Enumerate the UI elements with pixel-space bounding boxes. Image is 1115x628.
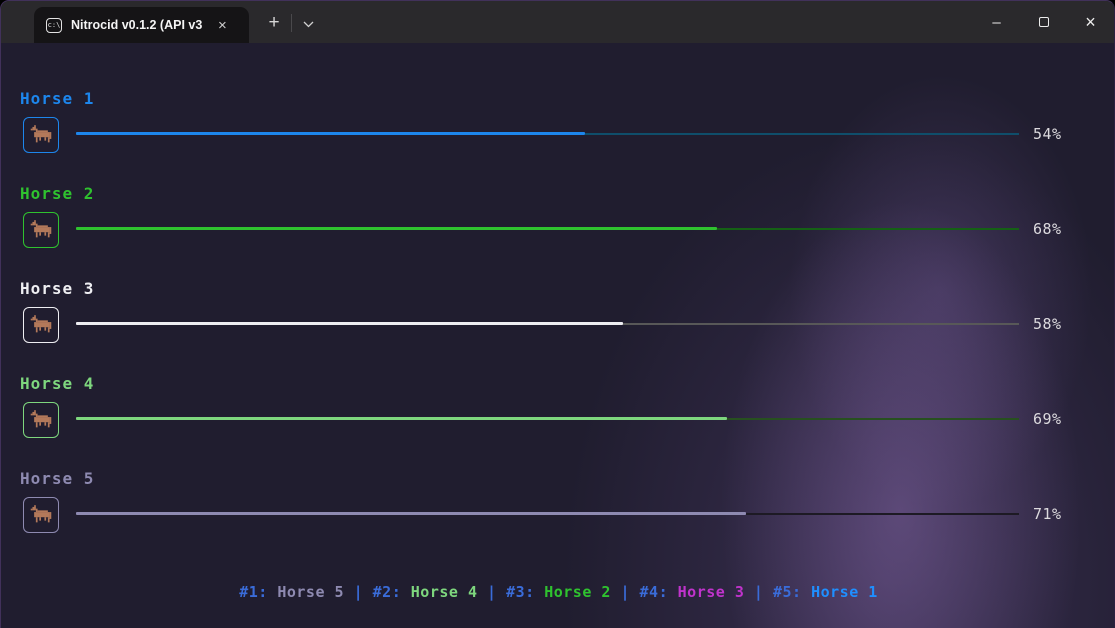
- horse-icon: [29, 220, 53, 241]
- horse-icon-box: [23, 497, 59, 533]
- horse-lane-4: Horse 4 69%: [1, 374, 1115, 469]
- horse-icon-box: [23, 402, 59, 438]
- horse-icon-box: [23, 212, 59, 248]
- maximize-button[interactable]: [1020, 1, 1067, 43]
- progress-percent: 71%: [1033, 505, 1093, 523]
- ranking-separator: |: [477, 583, 506, 601]
- tab-divider: [291, 14, 292, 32]
- progress-track: [76, 224, 1019, 233]
- horse-icon-box: [23, 117, 59, 153]
- ranking-position: #3:: [506, 583, 544, 601]
- titlebar: c:\ Nitrocid v0.1.2 (API v3.1.27.48) × +…: [1, 1, 1114, 43]
- progress-fill: [76, 227, 717, 230]
- ranking-line: #1: Horse 5 | #2: Horse 4 | #3: Horse 2 …: [1, 583, 1115, 601]
- progress-remainder: [585, 133, 1019, 135]
- ranking-horse-name: Horse 1: [811, 583, 878, 601]
- progress-fill: [76, 417, 727, 420]
- progress-remainder: [717, 228, 1019, 230]
- progress-track: [76, 414, 1019, 423]
- progress-percent: 58%: [1033, 315, 1093, 333]
- terminal-window: c:\ Nitrocid v0.1.2 (API v3.1.27.48) × +…: [0, 0, 1115, 628]
- ranking-position: #1:: [239, 583, 277, 601]
- ranking-horse-name: Horse 2: [544, 583, 611, 601]
- horse-name-label: Horse 3: [20, 279, 94, 298]
- tab-title: Nitrocid v0.1.2 (API v3.1.27.48): [71, 18, 203, 32]
- window-controls: – ×: [973, 1, 1114, 43]
- horse-icon: [29, 125, 53, 146]
- progress-fill: [76, 322, 623, 325]
- progress-track: [76, 509, 1019, 518]
- chevron-down-icon: [303, 21, 314, 28]
- horse-icon: [29, 505, 53, 526]
- ranking-separator: |: [344, 583, 373, 601]
- ranking-separator: |: [611, 583, 640, 601]
- progress-track: [76, 319, 1019, 328]
- horse-icon: [29, 410, 53, 431]
- horse-icon-box: [23, 307, 59, 343]
- ranking-separator: |: [744, 583, 773, 601]
- new-tab-button[interactable]: +: [259, 9, 289, 39]
- horse-lane-1: Horse 1 54%: [1, 89, 1115, 184]
- tab-close-icon[interactable]: ×: [213, 16, 232, 35]
- horse-lane-3: Horse 3 58%: [1, 279, 1115, 374]
- horse-name-label: Horse 2: [20, 184, 94, 203]
- close-button[interactable]: ×: [1067, 1, 1114, 43]
- maximize-icon: [1039, 17, 1049, 27]
- ranking-position: #5:: [773, 583, 811, 601]
- progress-percent: 69%: [1033, 410, 1093, 428]
- progress-remainder: [727, 418, 1019, 420]
- ranking-position: #4:: [640, 583, 678, 601]
- progress-percent: 68%: [1033, 220, 1093, 238]
- horse-lane-5: Horse 5 71%: [1, 469, 1115, 564]
- horse-name-label: Horse 1: [20, 89, 94, 108]
- progress-percent: 54%: [1033, 125, 1093, 143]
- tab-dropdown-button[interactable]: [295, 9, 321, 39]
- minimize-button[interactable]: –: [973, 1, 1020, 43]
- horse-name-label: Horse 5: [20, 469, 94, 488]
- progress-remainder: [746, 513, 1019, 515]
- horse-icon: [29, 315, 53, 336]
- progress-remainder: [623, 323, 1019, 325]
- progress-fill: [76, 512, 746, 515]
- ranking-horse-name: Horse 3: [678, 583, 745, 601]
- ranking-position: #2:: [373, 583, 411, 601]
- horse-name-label: Horse 4: [20, 374, 94, 393]
- progress-fill: [76, 132, 585, 135]
- tab-nitrocid[interactable]: c:\ Nitrocid v0.1.2 (API v3.1.27.48) ×: [34, 7, 249, 43]
- progress-track: [76, 129, 1019, 138]
- terminal-icon: c:\: [46, 18, 62, 33]
- horse-lane-2: Horse 2 68%: [1, 184, 1115, 279]
- ranking-horse-name: Horse 5: [277, 583, 344, 601]
- ranking-horse-name: Horse 4: [411, 583, 478, 601]
